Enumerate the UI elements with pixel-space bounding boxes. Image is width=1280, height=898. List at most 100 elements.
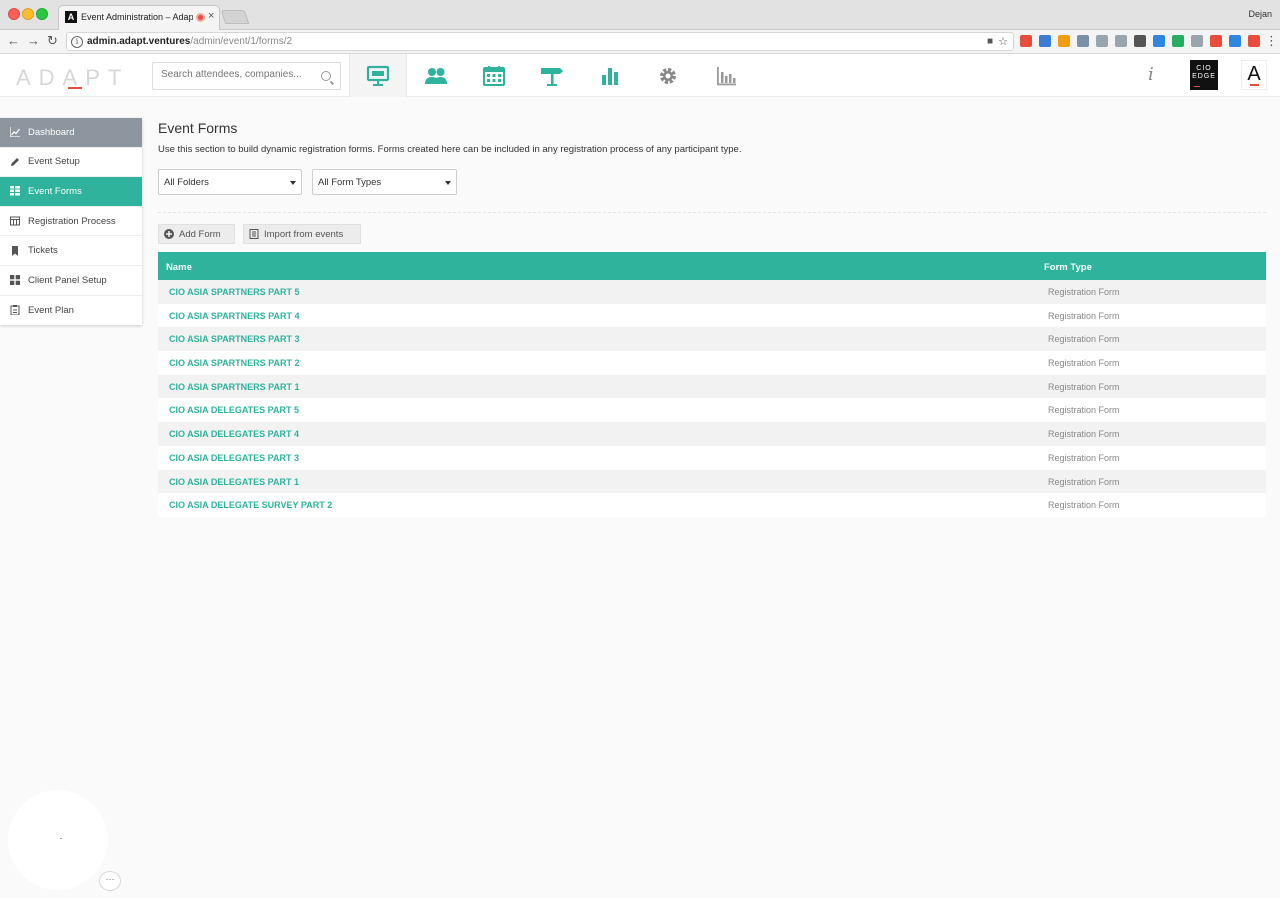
form-name-link[interactable]: CIO ASIA DELEGATES PART 4 [169, 429, 299, 439]
form-type-select-value: All Form Types [318, 177, 382, 188]
browser-extension-icon[interactable] [1058, 35, 1070, 47]
browser-menu-icon[interactable]: ⋮ [1265, 33, 1278, 49]
caret-down-icon [445, 181, 451, 185]
table-row: CIO ASIA SPARTNERS PART 3 Registration Fo… [158, 327, 1266, 352]
gear-icon [660, 67, 676, 84]
table-row: CIO ASIA SPARTNERS PART 2 Registration Fo… [158, 351, 1266, 375]
form-name-link[interactable]: CIO ASIA DELEGATES PART 1 [169, 477, 299, 487]
form-name-link[interactable]: CIO ASIA DELEGATES PART 3 [169, 453, 299, 463]
a-logo-accent [1250, 84, 1259, 86]
form-name-link[interactable]: CIO ASIA SPARTNERS PART 2 [169, 358, 300, 368]
sidebar-item-event-setup[interactable]: Event Setup [0, 148, 142, 178]
new-tab-button[interactable] [220, 10, 250, 24]
browser-extension-icon[interactable] [1039, 35, 1051, 47]
nav-people[interactable] [407, 54, 465, 97]
chat-indicator [60, 838, 62, 839]
table-row: CIO ASIA SPARTNERS PART 5 Registration Fo… [158, 280, 1266, 304]
nav-settings[interactable] [639, 54, 697, 97]
maximize-window-button[interactable] [36, 8, 48, 20]
tab-title: Event Administration – Adapt [81, 12, 193, 22]
import-from-events-button[interactable]: Import from events [243, 224, 361, 244]
minimize-window-button[interactable] [22, 8, 34, 20]
table-row: CIO ASIA DELEGATES PART 5 Registration Fo… [158, 398, 1266, 423]
sidebar-item-client-panel-setup[interactable]: Client Panel Setup [0, 266, 142, 296]
cio-edge-logo[interactable]: CIO EDGE [1190, 60, 1218, 90]
form-name-link[interactable]: CIO ASIA SPARTNERS PART 3 [169, 334, 300, 344]
nav-presentation[interactable] [349, 54, 407, 97]
table-row: CIO ASIA DELEGATES PART 4 Registration Fo… [158, 422, 1266, 446]
sidebar-item-event-forms[interactable]: Event Forms [0, 177, 142, 207]
sidebar-item-dashboard[interactable]: Dashboard [0, 118, 142, 148]
add-form-button[interactable]: Add Form [158, 224, 235, 244]
sidebar-item-label: Event Setup [28, 156, 80, 168]
search-input[interactable] [161, 69, 311, 80]
squares-icon [10, 275, 20, 286]
filter-bar: All Folders All Form Types [158, 169, 558, 195]
browser-tab[interactable]: A Event Administration – Adapt × [58, 5, 220, 30]
browser-extension-icon[interactable] [1248, 35, 1260, 47]
browser-extension-icon[interactable] [1077, 35, 1089, 47]
browser-extension-icon[interactable] [1229, 35, 1241, 47]
nav-stats[interactable] [581, 54, 639, 97]
form-name-link[interactable]: CIO ASIA DELEGATE SURVEY PART 2 [169, 500, 332, 510]
sidebar-item-tickets[interactable]: Tickets [0, 236, 142, 266]
profile-name[interactable]: Dejan [1248, 9, 1272, 19]
form-type-cell: Registration Form [1048, 334, 1120, 345]
url-bar[interactable]: i admin.adapt.ventures/admin/event/1/for… [66, 32, 1014, 51]
cio-logo-line-1: CIO [1196, 65, 1212, 72]
form-type-cell: Registration Form [1048, 358, 1120, 369]
folder-select[interactable]: All Folders [158, 169, 302, 195]
bookmark-star-icon[interactable]: ☆ [998, 35, 1008, 48]
browser-extension-icon[interactable] [1153, 35, 1165, 47]
column-header-form-type[interactable]: Form Type [1044, 262, 1092, 273]
browser-extension-icon[interactable] [1210, 35, 1222, 47]
cio-logo-accent [1194, 86, 1200, 87]
adapt-favicon-icon: A [65, 11, 77, 23]
clipboard-icon [10, 305, 20, 316]
form-name-link[interactable]: CIO ASIA DELEGATES PART 5 [169, 405, 299, 415]
reload-icon[interactable]: ↻ [47, 33, 58, 49]
nav-analytics[interactable] [697, 54, 755, 97]
browser-extension-icon[interactable] [1191, 35, 1203, 47]
nav-signpost[interactable] [523, 54, 581, 97]
column-header-name[interactable]: Name [166, 262, 192, 273]
form-type-cell: Registration Form [1048, 452, 1120, 463]
user-account-logo[interactable]: A [1241, 60, 1267, 90]
forward-arrow-icon[interactable]: → [27, 33, 40, 48]
sidebar-item-event-plan[interactable]: Event Plan [0, 296, 142, 326]
import-icon [249, 229, 259, 239]
browser-extension-icon[interactable] [1115, 35, 1127, 47]
bookmark-icon [12, 245, 18, 256]
recording-icon [196, 13, 205, 22]
address-toolbar: ← → ↻ i admin.adapt.ventures/admin/event… [0, 30, 1280, 54]
table-body: CIO ASIA SPARTNERS PART 5 Registration Fo… [158, 280, 1266, 517]
info-icon[interactable]: i [1148, 64, 1154, 85]
analytics-icon [717, 66, 736, 85]
sidebar-item-label: Client Panel Setup [28, 274, 107, 286]
tab-close-icon[interactable]: × [208, 10, 214, 22]
a-logo-letter: A [1247, 63, 1261, 85]
site-info-icon[interactable]: i [71, 36, 83, 48]
form-name-link[interactable]: CIO ASIA SPARTNERS PART 5 [169, 287, 300, 297]
form-name-link[interactable]: CIO ASIA SPARTNERS PART 4 [169, 311, 300, 321]
browser-extension-icon[interactable] [1096, 35, 1108, 47]
nav-calendar[interactable] [465, 54, 523, 97]
chat-more-button[interactable]: ··· [99, 871, 121, 891]
sidebar: Dashboard Event Setup Event Forms Regist… [0, 118, 142, 326]
camera-icon[interactable]: ■ [987, 36, 993, 47]
back-arrow-icon[interactable]: ← [7, 33, 20, 48]
form-type-select[interactable]: All Form Types [312, 169, 457, 195]
chat-widget[interactable] [8, 790, 108, 890]
browser-extension-icon[interactable] [1134, 35, 1146, 47]
close-window-button[interactable] [8, 8, 20, 20]
browser-extension-icon[interactable] [1172, 35, 1184, 47]
sidebar-item-registration-process[interactable]: Registration Process [0, 207, 142, 237]
browser-extension-icon[interactable] [1020, 35, 1032, 47]
page-description: Use this section to build dynamic regist… [158, 144, 742, 155]
line-chart-icon [10, 127, 20, 138]
cio-logo-line-2: EDGE [1192, 73, 1216, 80]
signpost-icon [541, 67, 563, 86]
search-icon[interactable] [321, 71, 331, 81]
form-name-link[interactable]: CIO ASIA SPARTNERS PART 1 [169, 382, 300, 392]
url-text: admin.adapt.ventures/admin/event/1/forms… [87, 36, 292, 47]
